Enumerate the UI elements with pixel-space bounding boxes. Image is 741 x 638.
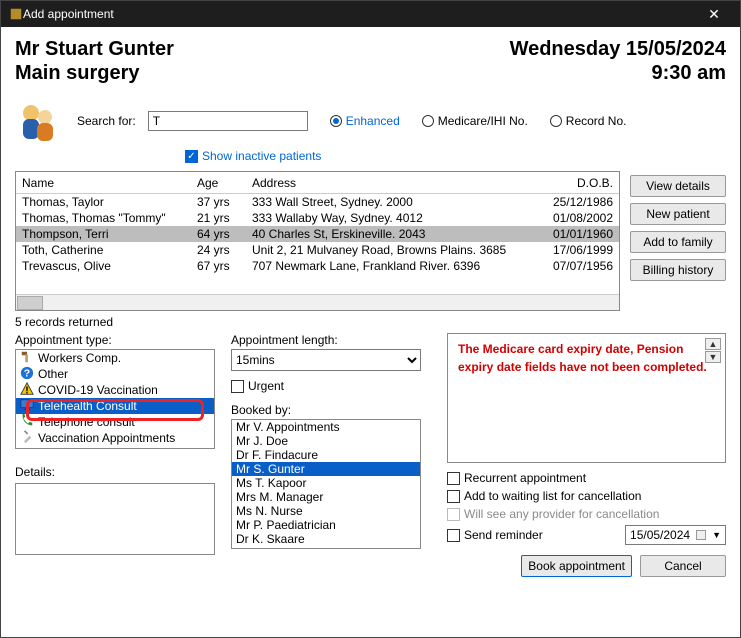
titlebar: Add appointment ✕ <box>1 1 740 27</box>
book-appointment-button[interactable]: Book appointment <box>521 555 632 577</box>
hammer-icon <box>20 350 34 366</box>
radio-enhanced[interactable]: Enhanced <box>330 114 400 128</box>
cancel-button[interactable]: Cancel <box>640 555 726 577</box>
appt-type-item[interactable]: Workers Comp. <box>16 350 214 366</box>
svg-text:!: ! <box>25 384 29 396</box>
booked-by-item[interactable]: Mr S. Gunter <box>232 462 420 476</box>
appt-type-label: Appointment type: <box>15 333 215 347</box>
warning-icon: ! <box>20 382 34 398</box>
booked-by-item[interactable]: Dr F. Findacure <box>232 448 420 462</box>
app-icon <box>9 7 23 21</box>
table-row[interactable]: Toth, Catherine24 yrsUnit 2, 21 Mulvaney… <box>16 242 619 258</box>
window-title: Add appointment <box>23 7 696 21</box>
add-appointment-window: Add appointment ✕ Mr Stuart Gunter Main … <box>0 0 741 638</box>
record-count: 5 records returned <box>15 315 726 329</box>
question-icon: ? <box>20 366 34 382</box>
appt-type-item[interactable]: !COVID-19 Vaccination <box>16 382 214 398</box>
appt-date: Wednesday 15/05/2024 <box>510 37 726 61</box>
chevron-down-icon[interactable]: ▼ <box>712 530 721 540</box>
appt-type-item[interactable]: Vaccination Appointments <box>16 430 214 446</box>
grid-header: Name Age Address D.O.B. <box>16 172 619 194</box>
search-input[interactable] <box>148 111 308 131</box>
close-icon[interactable]: ✕ <box>696 6 732 23</box>
any-provider-checkbox: ✓Will see any provider for cancellation <box>447 507 726 521</box>
booked-by-item[interactable]: Mrs M. Manager <box>232 490 420 504</box>
booked-by-item[interactable]: Ms N. Nurse <box>232 504 420 518</box>
people-icon <box>15 99 59 143</box>
table-row[interactable]: Thompson, Terri64 yrs40 Charles St, Ersk… <box>16 226 619 242</box>
radio-record[interactable]: Record No. <box>550 114 627 128</box>
syringe-icon <box>20 430 34 446</box>
send-reminder-checkbox[interactable]: ✓Send reminder <box>447 528 543 542</box>
recurrent-checkbox[interactable]: ✓Recurrent appointment <box>447 471 726 485</box>
radio-medicare[interactable]: Medicare/IHI No. <box>422 114 528 128</box>
appt-time: 9:30 am <box>510 61 726 85</box>
show-inactive-checkbox[interactable]: ✓ Show inactive patients <box>185 149 726 163</box>
new-patient-button[interactable]: New patient <box>630 203 726 225</box>
location: Main surgery <box>15 61 174 85</box>
patient-name: Mr Stuart Gunter <box>15 37 174 61</box>
billing-history-button[interactable]: Billing history <box>630 259 726 281</box>
booked-by-label: Booked by: <box>231 403 431 417</box>
warning-stepper[interactable]: ▲▼ <box>705 338 721 363</box>
table-row[interactable]: Thomas, Taylor37 yrs333 Wall Street, Syd… <box>16 194 619 210</box>
length-select[interactable]: 15mins <box>231 349 421 371</box>
warning-text: The Medicare card expiry date, Pension e… <box>458 342 707 374</box>
waiting-list-checkbox[interactable]: ✓Add to waiting list for cancellation <box>447 489 726 503</box>
reminder-date-field[interactable]: 15/05/2024 ▼ <box>625 525 726 545</box>
details-input[interactable] <box>15 483 215 555</box>
appt-type-item[interactable]: Telehealth Consult <box>16 398 214 414</box>
table-row[interactable]: Trevascus, Olive67 yrs707 Newmark Lane, … <box>16 258 619 274</box>
booked-by-item[interactable]: Mr V. Appointments <box>232 420 420 434</box>
length-label: Appointment length: <box>231 333 431 347</box>
view-details-button[interactable]: View details <box>630 175 726 197</box>
phone-icon <box>20 414 34 430</box>
details-label: Details: <box>15 465 215 479</box>
monitor-icon <box>20 398 34 414</box>
booked-by-item[interactable]: Dr K. Skaare <box>232 532 420 546</box>
booked-by-item[interactable]: Dr V. Vaccine <box>232 546 420 549</box>
appt-type-list[interactable]: Workers Comp.?Other!COVID-19 Vaccination… <box>15 349 215 449</box>
search-label: Search for: <box>77 114 136 128</box>
patient-grid[interactable]: Name Age Address D.O.B. Thomas, Taylor37… <box>15 171 620 311</box>
calendar-icon[interactable] <box>696 530 706 540</box>
booked-by-item[interactable]: Ms T. Kapoor <box>232 476 420 490</box>
booked-by-list[interactable]: Mr V. AppointmentsMr J. DoeDr F. Findacu… <box>231 419 421 549</box>
add-to-family-button[interactable]: Add to family <box>630 231 726 253</box>
booked-by-item[interactable]: Mr P. Paediatrician <box>232 518 420 532</box>
appt-type-item[interactable]: Telephone consult <box>16 414 214 430</box>
search-mode-group: Enhanced Medicare/IHI No. Record No. <box>330 114 627 128</box>
header: Mr Stuart Gunter Main surgery Wednesday … <box>15 37 726 85</box>
table-row[interactable]: Thomas, Thomas "Tommy"21 yrs333 Wallaby … <box>16 210 619 226</box>
appt-type-item[interactable]: ?Other <box>16 366 214 382</box>
svg-text:?: ? <box>24 367 30 379</box>
grid-hscroll[interactable] <box>16 294 619 310</box>
booked-by-item[interactable]: Mr J. Doe <box>232 434 420 448</box>
warning-box: The Medicare card expiry date, Pension e… <box>447 333 726 463</box>
urgent-checkbox[interactable]: ✓ Urgent <box>231 379 431 393</box>
